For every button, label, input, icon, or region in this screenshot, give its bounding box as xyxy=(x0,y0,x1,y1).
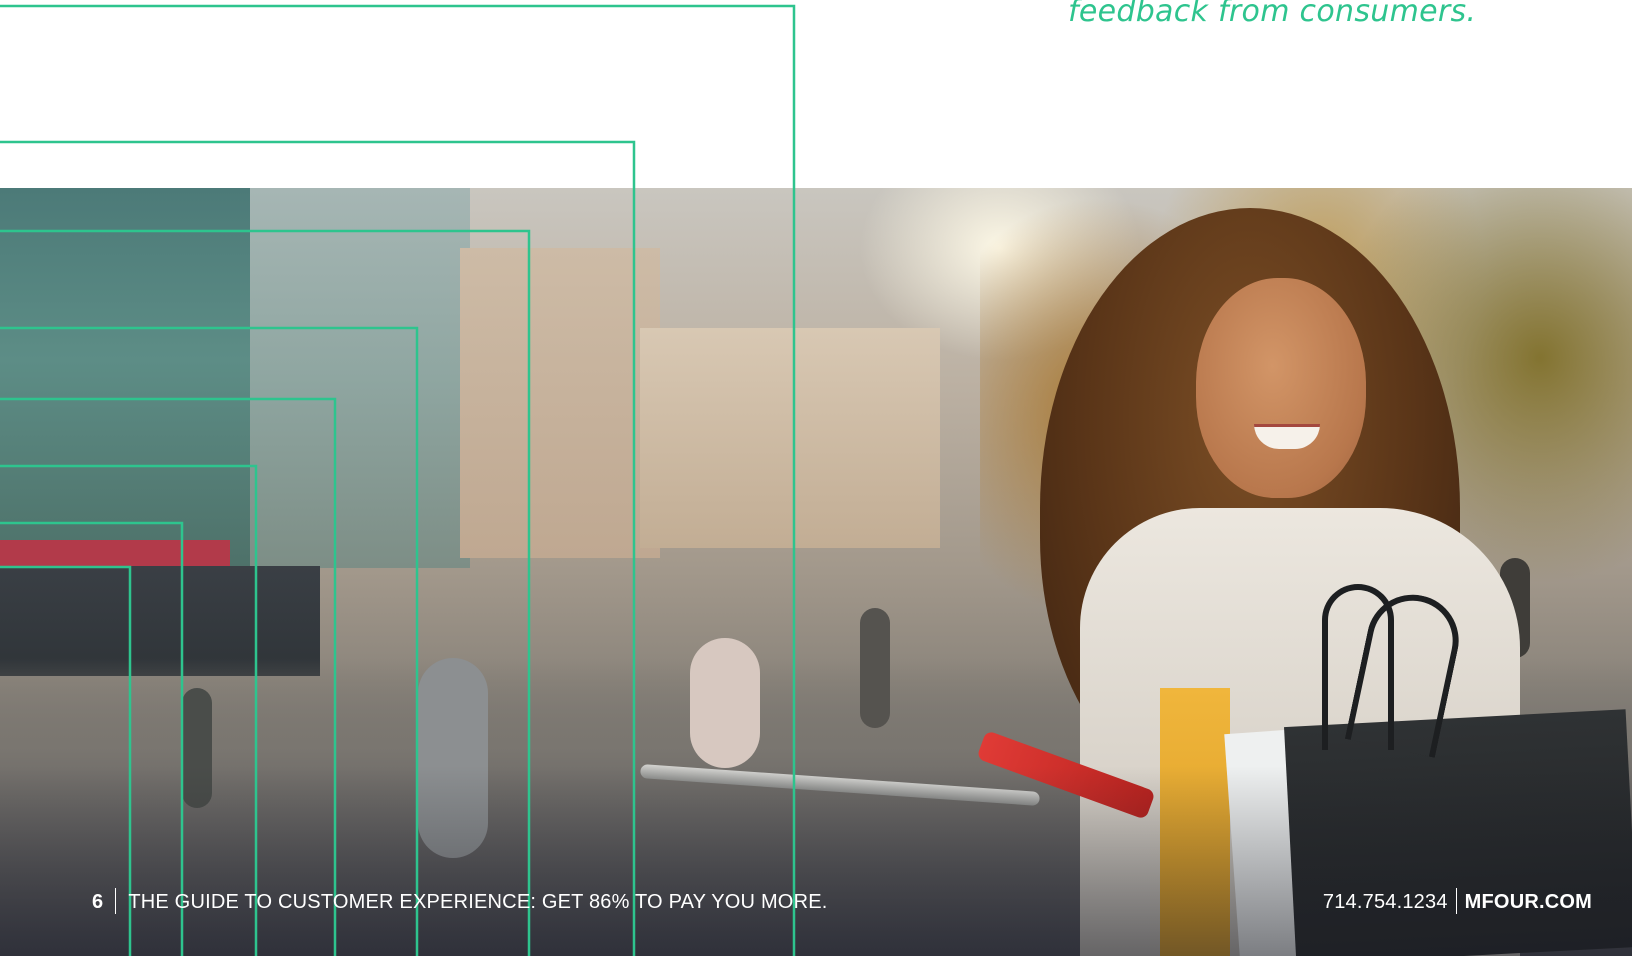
divider xyxy=(115,888,117,914)
frame-line-6 xyxy=(0,464,258,956)
frame-line-5 xyxy=(0,397,337,956)
frame-line-2 xyxy=(0,140,636,956)
page-number: 6 xyxy=(92,891,104,913)
frame-line-3 xyxy=(0,229,531,956)
divider xyxy=(1455,888,1457,914)
footer-guide-title: 6 THE GUIDE TO CUSTOMER EXPERIENCE: GET 8… xyxy=(92,888,828,914)
nested-frame-lines xyxy=(0,4,796,956)
guide-title: THE GUIDE TO CUSTOMER EXPERIENCE: GET 86… xyxy=(128,891,828,913)
frame-line-1 xyxy=(0,4,796,956)
phone-number: 714.754.1234 xyxy=(1322,891,1448,913)
frame-line-4 xyxy=(0,326,419,956)
footer-contact: 714.754.1234 MFOUR.COM xyxy=(1323,888,1592,914)
website-link[interactable]: MFOUR.COM xyxy=(1465,891,1592,913)
